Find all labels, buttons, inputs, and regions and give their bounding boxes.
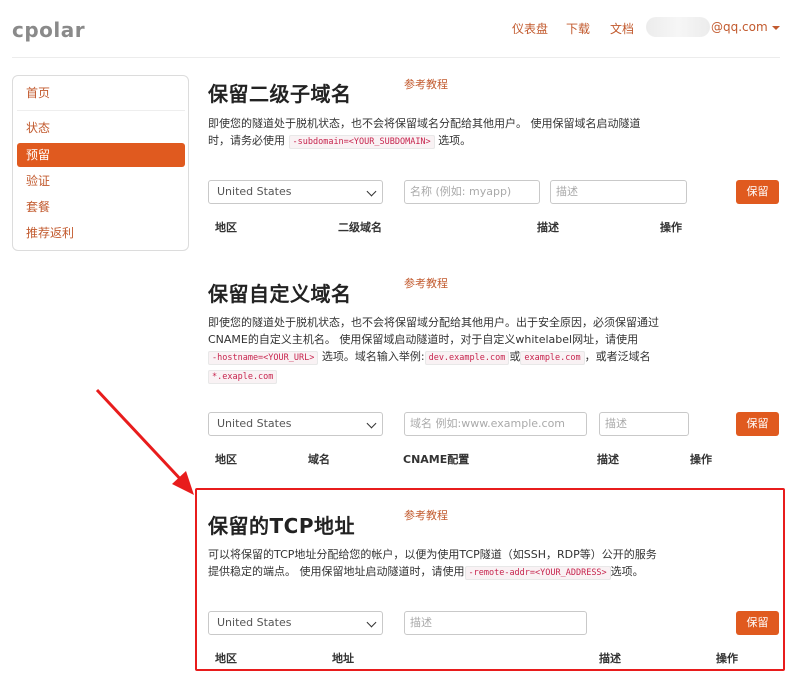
table-header-desc: 描述: [537, 221, 559, 234]
code-snippet: example.com: [520, 351, 585, 365]
account-email: @qq.com: [711, 20, 768, 34]
ref-link-tcp[interactable]: 参考教程: [404, 507, 448, 523]
subdomain-desc-input[interactable]: 描述: [550, 180, 687, 204]
custom-domain-input[interactable]: 域名 例如:www.example.com: [404, 412, 587, 436]
account-menu[interactable]: @qq.com: [711, 20, 780, 34]
table-header-desc: 描述: [599, 652, 621, 665]
ref-link-custom-domain[interactable]: 参考教程: [404, 275, 448, 291]
caret-down-icon: [771, 25, 780, 30]
region-select-value: United States: [217, 616, 292, 629]
table-header-action: 操作: [690, 453, 712, 466]
chevron-down-icon: [366, 617, 377, 628]
table-header-desc: 描述: [597, 453, 619, 466]
table-header-cname: CNAME配置: [403, 453, 470, 466]
code-snippet: dev.example.com: [424, 351, 510, 365]
nav-download[interactable]: 下载: [566, 20, 590, 37]
region-select-custom-domain[interactable]: United States: [208, 412, 383, 436]
ref-link-subdomain[interactable]: 参考教程: [404, 76, 448, 92]
nav-dashboard[interactable]: 仪表盘: [512, 20, 548, 37]
table-header-subdomain: 二级域名: [338, 221, 382, 234]
section-title-custom-domain: 保留自定义域名: [208, 282, 352, 306]
desc-text: 选项。: [610, 565, 644, 578]
chevron-down-icon: [366, 418, 377, 429]
sidebar-item-referral[interactable]: 推荐返利: [17, 221, 185, 245]
table-header-region: 地区: [215, 453, 237, 466]
section-desc-tcp: 可以将保留的TCP地址分配给您的帐户，以便为使用TCP隧道（如SSH，RDP等）…: [208, 546, 678, 582]
desc-text: 提供稳定的端点。 使用保留地址启动隧道时，请使用: [208, 565, 465, 578]
code-snippet: *.exaple.com: [208, 370, 278, 384]
table-header-region: 地区: [215, 221, 237, 234]
desc-line: 提供稳定的端点。 使用保留地址启动隧道时，请使用 -remote-addr=<YO…: [208, 563, 678, 582]
sidebar-item-reserved[interactable]: 预留: [17, 143, 185, 167]
code-snippet: -subdomain=<YOUR_SUBDOMAIN>: [288, 135, 435, 149]
section-title-tcp: 保留的TCP地址: [208, 514, 355, 538]
subdomain-name-input[interactable]: 名称 (例如: myapp): [404, 180, 540, 204]
table-header-region: 地区: [215, 652, 237, 665]
desc-line: -hostname=<YOUR_URL> 选项。域名输入举例: dev.examp…: [208, 348, 678, 367]
desc-line: 即使您的隧道处于脱机状态，也不会将保留域名分配给其他用户。 使用保留域名启动隧道: [208, 117, 641, 130]
section-desc-custom-domain: 即使您的隧道处于脱机状态，也不会将保留域分配给其他用户。出于安全原因，必须保留通…: [208, 314, 678, 386]
region-select-value: United States: [217, 417, 292, 430]
code-snippet: -hostname=<YOUR_URL>: [208, 351, 319, 365]
nav-docs[interactable]: 文档: [610, 20, 634, 37]
email-blurred-prefix: [646, 17, 710, 37]
desc-line: 可以将保留的TCP地址分配给您的帐户，以便为使用TCP隧道（如SSH，RDP等）…: [208, 548, 657, 561]
custom-domain-desc-input[interactable]: 描述: [599, 412, 689, 436]
section-title-subdomain: 保留二级子域名: [208, 82, 352, 106]
sidebar-item-status[interactable]: 状态: [17, 116, 185, 140]
region-select-subdomain[interactable]: United States: [208, 180, 383, 204]
sidebar: 首页 状态 预留 验证 套餐 推荐返利: [12, 75, 189, 251]
desc-line: *.exaple.com: [208, 367, 678, 386]
table-header-action: 操作: [716, 652, 738, 665]
tcp-desc-input[interactable]: 描述: [404, 611, 587, 635]
region-select-value: United States: [217, 185, 292, 198]
logo[interactable]: cpolar: [12, 18, 85, 42]
chevron-down-icon: [366, 186, 377, 197]
desc-line: 即使您的隧道处于脱机状态，也不会将保留域分配给其他用户。出于安全原因，必须保留通…: [208, 316, 659, 329]
desc-text: ，或者泛域名: [584, 350, 651, 363]
desc-text: 或: [509, 350, 521, 363]
reserve-tcp-button[interactable]: 保留: [736, 611, 779, 635]
table-header-domain: 域名: [308, 453, 330, 466]
sidebar-divider: [17, 110, 185, 111]
code-snippet: -remote-addr=<YOUR_ADDRESS>: [464, 566, 611, 580]
desc-text: 选项。域名输入举例:: [321, 350, 425, 363]
table-header-action: 操作: [660, 221, 682, 234]
region-select-tcp[interactable]: United States: [208, 611, 383, 635]
desc-text: 选项。: [438, 134, 472, 147]
desc-text: 时，请务必使用: [208, 134, 285, 147]
reserve-subdomain-button[interactable]: 保留: [736, 180, 779, 204]
sidebar-item-plan[interactable]: 套餐: [17, 195, 185, 219]
reserve-custom-domain-button[interactable]: 保留: [736, 412, 779, 436]
section-desc-subdomain: 即使您的隧道处于脱机状态，也不会将保留域名分配给其他用户。 使用保留域名启动隧道…: [208, 115, 678, 151]
sidebar-item-verify[interactable]: 验证: [17, 169, 185, 193]
header-divider: [12, 57, 780, 58]
desc-line: CNAME的自定义主机名。 使用保留域启动隧道时，对于自定义whitelabel…: [208, 333, 639, 346]
sidebar-item-home[interactable]: 首页: [17, 81, 185, 105]
table-header-address: 地址: [332, 652, 354, 665]
desc-line: 时，请务必使用 -subdomain=<YOUR_SUBDOMAIN> 选项。: [208, 132, 678, 151]
